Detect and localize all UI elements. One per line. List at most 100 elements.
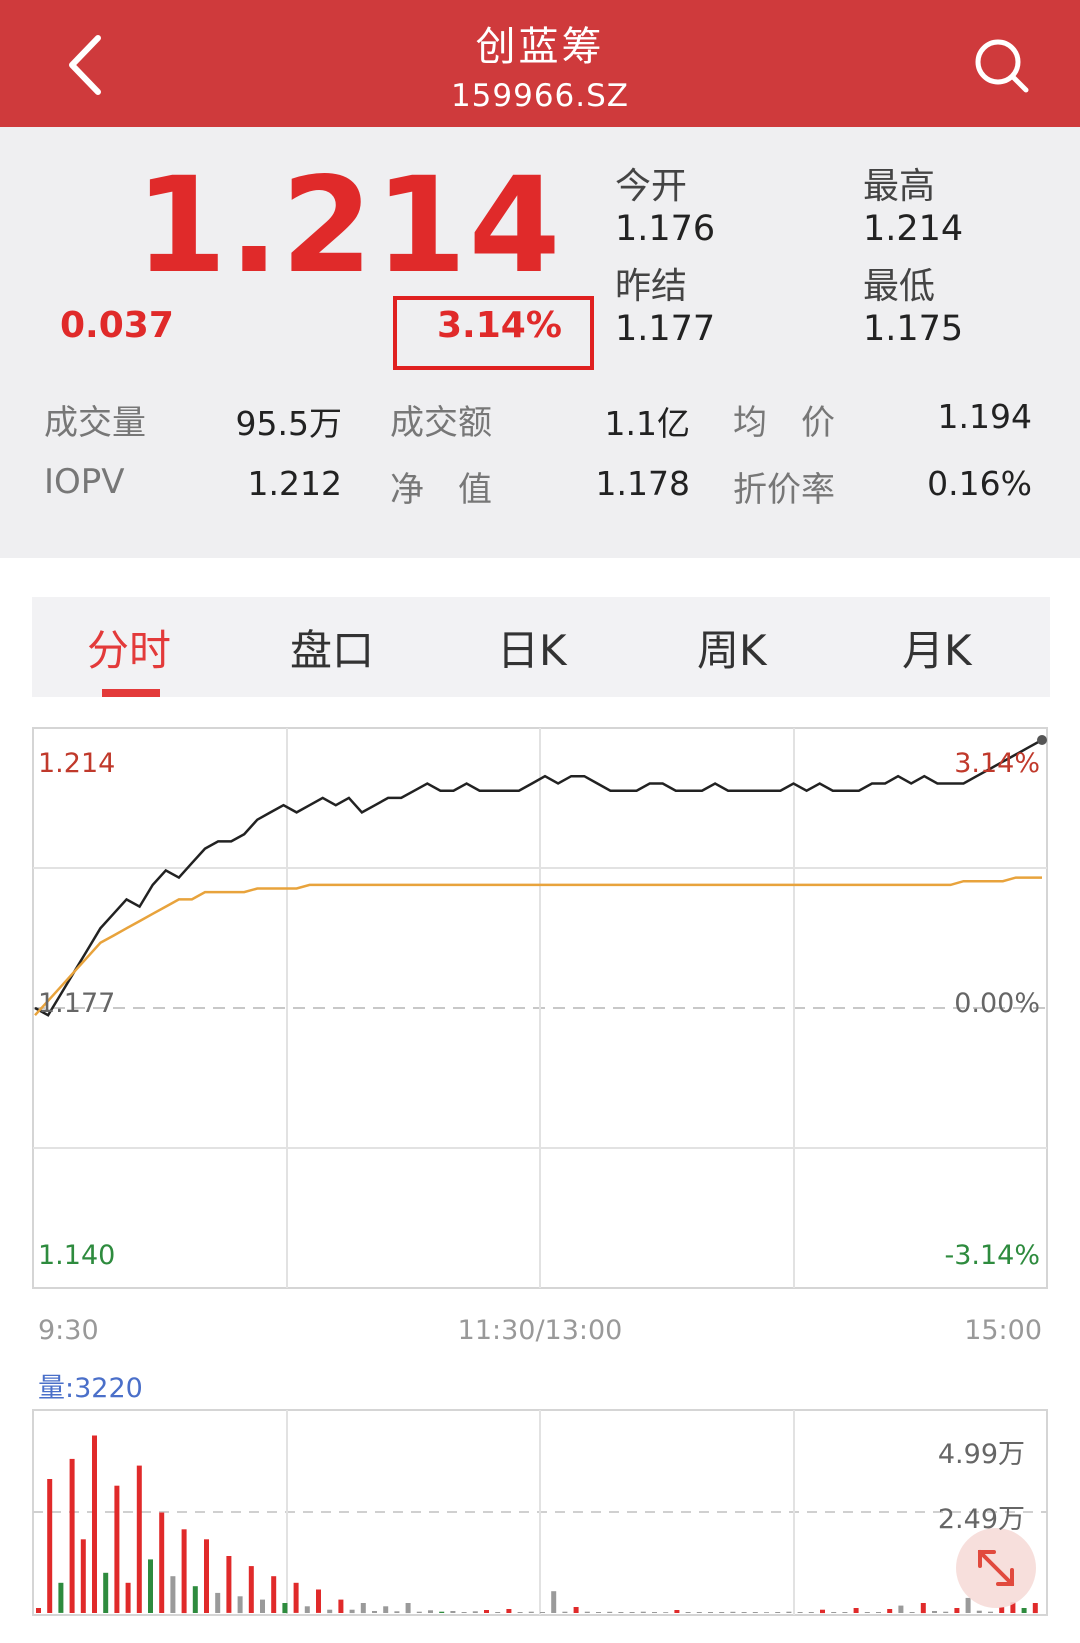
volume-bar — [405, 1603, 411, 1614]
volume-bar — [752, 1612, 758, 1613]
price-line — [34, 738, 1043, 1017]
volume-bar — [372, 1611, 377, 1613]
volume-bar — [36, 1608, 41, 1613]
volume-bar — [338, 1599, 344, 1613]
volume-bar — [103, 1572, 109, 1613]
y-label-bottom-left: 1.140 — [38, 1240, 116, 1271]
intraday-chart[interactable] — [0, 0, 1080, 1643]
volume-bar — [887, 1609, 893, 1613]
volume-bar — [831, 1612, 837, 1613]
volume-bar — [719, 1612, 725, 1613]
volume-bar — [652, 1612, 657, 1613]
volume-bar — [282, 1603, 288, 1614]
volume-bar — [136, 1465, 142, 1613]
volume-bar — [92, 1435, 97, 1613]
volume-bar — [988, 1611, 993, 1613]
volume-bar — [204, 1539, 209, 1613]
y-label-mid-left: 1.177 — [38, 988, 116, 1019]
volume-bar — [730, 1611, 736, 1613]
volume-bar — [260, 1599, 265, 1613]
volume-bar — [954, 1608, 960, 1613]
volume-bar — [226, 1556, 232, 1613]
volume-bar — [125, 1582, 131, 1613]
volume-bar — [181, 1529, 187, 1614]
volume-bar — [1032, 1603, 1038, 1614]
volume-bar — [965, 1597, 971, 1613]
volume-bar — [797, 1612, 803, 1613]
volume-bar — [248, 1566, 254, 1613]
y-label-mid-right: 0.00% — [954, 988, 1040, 1019]
volume-bar — [584, 1611, 590, 1613]
volume-bar — [517, 1612, 523, 1613]
volume-bar — [316, 1589, 321, 1613]
volume-y-label-high: 4.99万 — [937, 1439, 1025, 1470]
x-label-open: 9:30 — [38, 1315, 99, 1346]
volume-bar — [999, 1607, 1005, 1613]
volume-bar — [293, 1582, 299, 1613]
volume-bar — [696, 1612, 702, 1613]
x-label-midday: 11:30/13:00 — [457, 1315, 623, 1346]
volume-bar — [148, 1559, 153, 1613]
volume-bar — [932, 1611, 937, 1613]
volume-bar — [69, 1458, 75, 1613]
volume-bar — [842, 1612, 848, 1613]
volume-bar — [685, 1612, 691, 1613]
volume-bar — [80, 1539, 86, 1613]
volume-bar — [215, 1592, 221, 1613]
volume-bar — [327, 1609, 333, 1614]
volume-bar — [663, 1612, 669, 1613]
volume-bar — [271, 1576, 277, 1613]
volume-bar — [495, 1612, 501, 1613]
volume-bar — [764, 1612, 769, 1613]
volume-bar — [439, 1611, 445, 1613]
volume-bar — [864, 1612, 870, 1613]
volume-bar — [349, 1609, 355, 1614]
volume-bar — [461, 1612, 467, 1613]
volume-bar — [1021, 1608, 1027, 1613]
volume-bar — [540, 1612, 545, 1613]
volume-bar — [909, 1612, 915, 1613]
y-label-top-left: 1.214 — [38, 748, 116, 779]
volume-bar — [450, 1611, 456, 1613]
volume-bar — [708, 1612, 713, 1613]
last-price-marker — [1037, 735, 1047, 745]
volume-bar — [114, 1485, 120, 1613]
volume-bar — [976, 1610, 982, 1613]
volume-bar — [484, 1610, 489, 1613]
volume-bar — [159, 1512, 165, 1613]
y-label-top-right: 3.14% — [954, 748, 1040, 779]
volume-bar — [674, 1610, 680, 1613]
x-label-close: 15:00 — [964, 1315, 1042, 1346]
volume-bar — [562, 1611, 568, 1613]
volume-bar — [506, 1609, 512, 1613]
volume-label: 量:3220 — [38, 1373, 143, 1404]
volume-bar — [58, 1582, 64, 1613]
volume-bar — [304, 1606, 310, 1613]
volume-bar — [416, 1611, 422, 1613]
volume-bar — [607, 1611, 613, 1613]
volume-bar — [383, 1606, 389, 1613]
volume-y-label-mid: 2.49万 — [937, 1504, 1025, 1535]
volume-bar — [786, 1611, 792, 1613]
volume-bar — [237, 1596, 243, 1614]
volume-bar — [192, 1586, 198, 1613]
volume-bar — [428, 1610, 433, 1613]
volume-bar — [472, 1611, 478, 1613]
volume-bar — [573, 1607, 579, 1613]
volume-bar — [876, 1612, 881, 1613]
volume-bar — [360, 1603, 366, 1614]
volume-bar — [853, 1608, 859, 1613]
average-price-line — [34, 876, 1042, 1017]
volume-bar — [551, 1591, 557, 1613]
volume-bar — [898, 1605, 904, 1613]
volume-bar — [741, 1612, 747, 1613]
volume-bar — [808, 1612, 814, 1613]
volume-bar — [170, 1576, 176, 1613]
y-label-bottom-right: -3.14% — [944, 1240, 1040, 1271]
volume-bar — [618, 1612, 624, 1613]
volume-bar — [943, 1611, 949, 1613]
volume-bar — [640, 1611, 646, 1613]
volume-bar — [528, 1611, 534, 1613]
volume-bar — [820, 1609, 825, 1614]
volume-bar — [629, 1612, 635, 1613]
